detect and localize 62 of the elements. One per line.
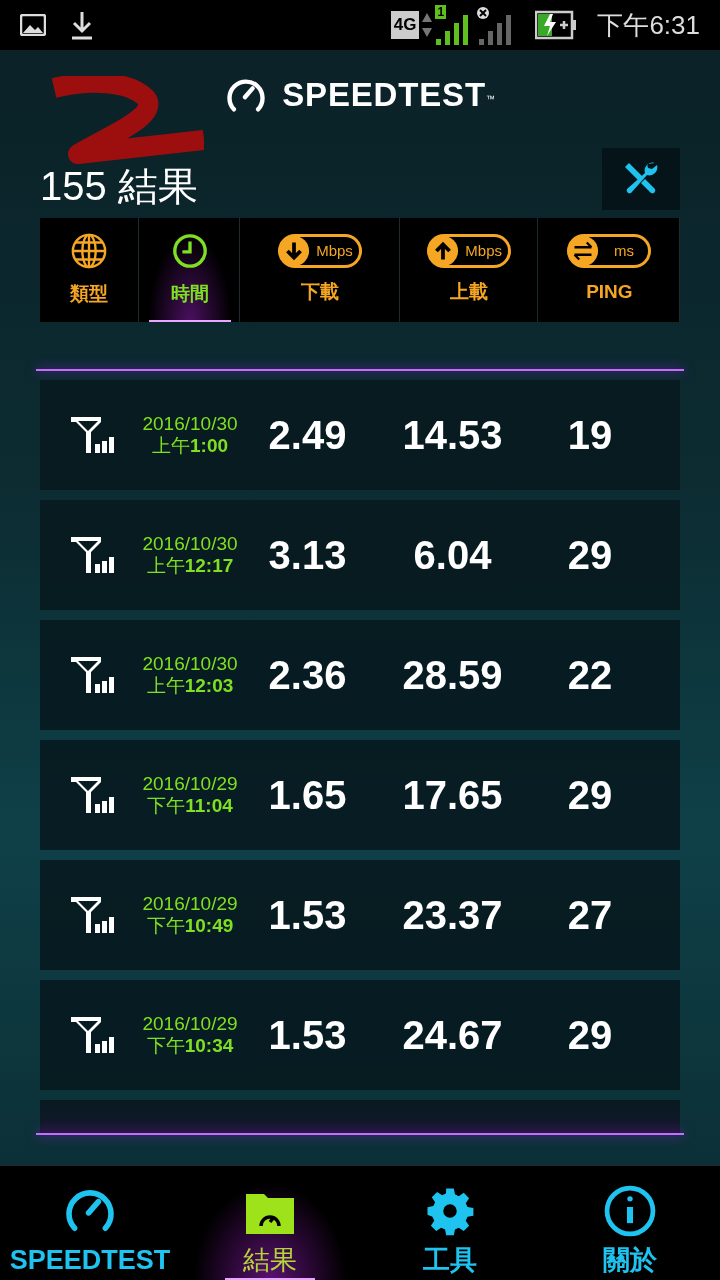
image-icon — [20, 14, 46, 36]
nav-tab[interactable]: 工具 — [360, 1166, 540, 1280]
upload-speed: 24.67 — [401, 1012, 504, 1059]
ping-value: 19 — [566, 412, 614, 459]
swap-arrows-icon — [567, 234, 600, 267]
upload-speed: 28.59 — [401, 652, 504, 699]
ping-value: 29 — [566, 1012, 614, 1059]
signal-tower-icon — [70, 1017, 115, 1053]
test-time: 上午1:00 — [152, 435, 228, 457]
result-row[interactable]: 2016/10/29 下午10:34 1.53 24.67 29 — [40, 980, 680, 1090]
globe-icon — [69, 231, 108, 270]
unit-label: ms — [612, 240, 635, 261]
test-time: 上午12:17 — [146, 555, 234, 577]
test-time: 下午10:49 — [146, 915, 234, 937]
download-icon — [70, 10, 94, 40]
clock-icon — [170, 231, 209, 270]
data-arrows-icon — [421, 11, 434, 39]
signal-tower-icon — [70, 537, 115, 573]
nav-tab[interactable]: 關於 — [540, 1166, 720, 1280]
ping-value: 29 — [566, 532, 614, 579]
ping-value: 29 — [566, 772, 614, 819]
unit-label: Mbps — [464, 240, 503, 261]
upload-speed: 6.04 — [412, 532, 493, 579]
result-row[interactable]: 2016/10/29 下午10:49 1.53 23.37 27 — [40, 860, 680, 970]
clock-time: 下午6:31 — [597, 8, 700, 42]
test-date: 2016/10/30 — [142, 653, 238, 675]
nav-tab[interactable]: SPEEDTEST — [0, 1166, 180, 1280]
result-row[interactable]: 2016/10/29 下午11:04 1.65 17.65 29 — [40, 740, 680, 850]
signal-tower-icon — [70, 897, 115, 933]
signal-tower-icon — [70, 417, 115, 453]
test-date: 2016/10/29 — [142, 893, 238, 915]
result-row[interactable]: 2016/10/30 上午12:17 3.13 6.04 29 — [40, 500, 680, 610]
upload-speed: 23.37 — [401, 892, 504, 939]
results-count: 155 結果 — [40, 163, 198, 210]
tools-button[interactable] — [602, 148, 680, 210]
test-time: 下午11:04 — [147, 795, 233, 817]
upload-speed: 17.65 — [401, 772, 504, 819]
result-row[interactable]: 2016/10/30 上午1:00 2.49 14.53 19 — [40, 380, 680, 490]
result-row[interactable]: 2016/10/30 上午12:03 2.36 28.59 22 — [40, 620, 680, 730]
test-date: 2016/10/29 — [142, 773, 238, 795]
signal-tower-icon — [70, 657, 115, 693]
test-time: 下午10:34 — [146, 1035, 234, 1057]
test-date: 2016/10/30 — [142, 413, 238, 435]
test-time: 上午12:03 — [146, 675, 234, 697]
download-speed: 2.49 — [267, 412, 348, 459]
network-type-label: 4G — [390, 11, 420, 39]
battery-charging-icon — [535, 10, 578, 40]
ping-value: 27 — [566, 892, 614, 939]
signal-tower-icon — [70, 777, 115, 813]
sim-number: 1 — [435, 5, 447, 19]
ping-value: 22 — [566, 652, 614, 699]
test-date: 2016/10/30 — [142, 533, 238, 555]
download-speed: 3.13 — [267, 532, 348, 579]
download-speed: 1.53 — [267, 1012, 348, 1059]
test-date: 2016/10/29 — [142, 1013, 238, 1035]
speedtest-logo: SPEEDTEST$^{™}$ — [282, 75, 496, 116]
download-speed: 1.65 — [267, 772, 348, 819]
download-speed: 2.36 — [267, 652, 348, 699]
unit-label: Mbps — [315, 240, 354, 261]
info-icon — [603, 1184, 657, 1238]
upload-speed: 14.53 — [401, 412, 504, 459]
download-speed: 1.53 — [267, 892, 348, 939]
